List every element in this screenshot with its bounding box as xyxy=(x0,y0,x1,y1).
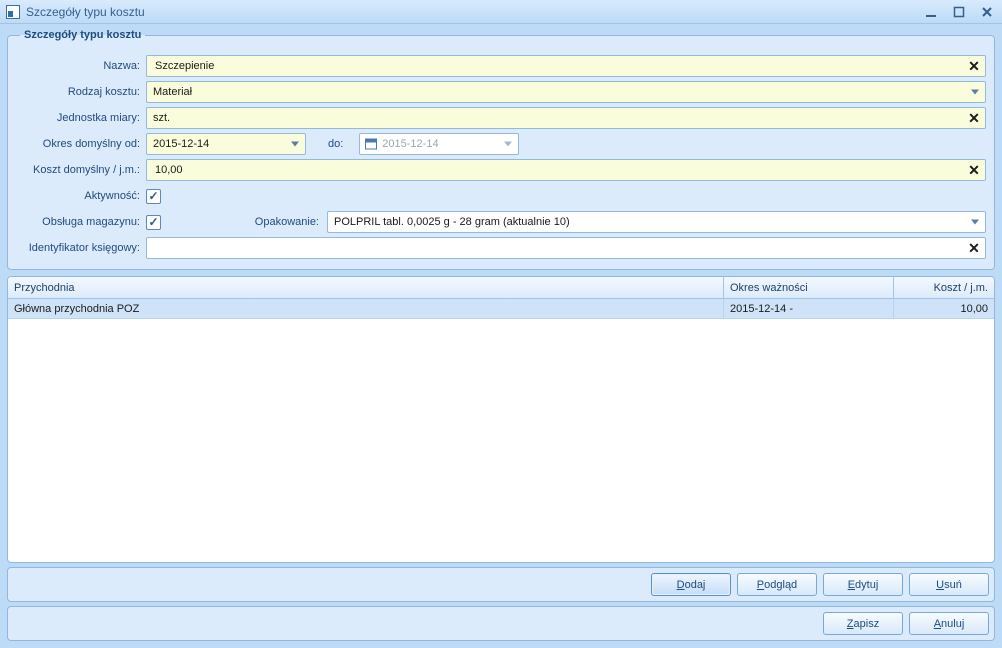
grid-header: Przychodnia Okres ważności Koszt / j.m. xyxy=(8,277,994,299)
edit-button[interactable]: Edytuj xyxy=(823,573,903,596)
package-value: POLPRIL tabl. 0,0025 g - 28 gram (aktual… xyxy=(334,212,570,232)
package-label: Opakowanie: xyxy=(169,216,319,228)
cost-type-combo[interactable]: Materiał xyxy=(146,81,986,103)
group-legend: Szczegóły typu kosztu xyxy=(20,29,145,41)
unit-value: szt. xyxy=(153,108,170,128)
grid-panel: Przychodnia Okres ważności Koszt / j.m. … xyxy=(7,276,995,563)
details-group: Szczegóły typu kosztu Nazwa: ✕ Rodzaj ko… xyxy=(7,29,995,270)
period-from-label: Okres domyślny od: xyxy=(16,138,146,150)
package-combo[interactable]: POLPRIL tabl. 0,0025 g - 28 gram (aktual… xyxy=(327,211,986,233)
chevron-down-icon xyxy=(971,220,979,225)
default-cost-input[interactable]: ✕ xyxy=(146,159,986,181)
period-from-date[interactable]: 2015-12-14 xyxy=(146,133,306,155)
period-from-value: 2015-12-14 xyxy=(153,134,209,154)
minimize-button[interactable] xyxy=(922,5,940,19)
grid-body: Główna przychodnia POZ 2015-12-14 - 10,0… xyxy=(8,299,994,562)
period-to-date[interactable]: 2015-12-14 xyxy=(359,133,519,155)
active-checkbox[interactable] xyxy=(146,189,161,204)
warehouse-checkbox[interactable] xyxy=(146,215,161,230)
preview-button[interactable]: Podgląd xyxy=(737,573,817,596)
unit-combo[interactable]: szt. ✕ xyxy=(146,107,986,129)
cancel-button[interactable]: Anuluj xyxy=(909,612,989,635)
window-title: Szczegóły typu kosztu xyxy=(26,5,922,19)
period-to-label: do: xyxy=(314,138,351,150)
grid-button-bar: Dodaj Podgląd Edytuj Usuń xyxy=(7,567,995,602)
form-button-bar: Zapisz Anuluj xyxy=(7,606,995,641)
save-button[interactable]: Zapisz xyxy=(823,612,903,635)
content-area: Szczegóły typu kosztu Nazwa: ✕ Rodzaj ko… xyxy=(0,24,1002,648)
warehouse-label: Obsługa magazynu: xyxy=(16,216,146,228)
window: Szczegóły typu kosztu Szczegóły typu kos… xyxy=(0,0,1002,648)
clear-icon[interactable]: ✕ xyxy=(967,163,981,177)
active-label: Aktywność: xyxy=(16,190,146,202)
grid-header-cost[interactable]: Koszt / j.m. xyxy=(894,277,994,298)
default-cost-label: Koszt domyślny / j.m.: xyxy=(16,164,146,176)
cost-type-label: Rodzaj kosztu: xyxy=(16,86,146,98)
cell-cost: 10,00 xyxy=(894,299,994,318)
cell-validity: 2015-12-14 - xyxy=(724,299,894,318)
clear-icon[interactable]: ✕ xyxy=(967,111,981,125)
clear-icon[interactable]: ✕ xyxy=(967,59,981,73)
app-icon xyxy=(6,5,20,19)
chevron-down-icon xyxy=(291,142,299,147)
chevron-down-icon xyxy=(971,90,979,95)
cost-type-value: Materiał xyxy=(153,82,192,102)
name-input[interactable]: ✕ xyxy=(146,55,986,77)
add-button[interactable]: Dodaj xyxy=(651,573,731,596)
titlebar: Szczegóły typu kosztu xyxy=(0,0,1002,24)
accounting-id-input[interactable]: ✕ xyxy=(146,237,986,259)
cell-clinic: Główna przychodnia POZ xyxy=(8,299,724,318)
unit-label: Jednostka miary: xyxy=(16,112,146,124)
chevron-down-icon xyxy=(504,142,512,147)
calendar-icon xyxy=(365,139,377,150)
close-button[interactable] xyxy=(978,5,996,19)
delete-button[interactable]: Usuń xyxy=(909,573,989,596)
grid-header-validity[interactable]: Okres ważności xyxy=(724,277,894,298)
period-to-placeholder: 2015-12-14 xyxy=(382,134,438,154)
accounting-id-field[interactable] xyxy=(153,237,979,259)
accounting-id-label: Identyfikator księgowy: xyxy=(16,242,146,254)
table-row[interactable]: Główna przychodnia POZ 2015-12-14 - 10,0… xyxy=(8,299,994,319)
name-label: Nazwa: xyxy=(16,60,146,72)
window-controls xyxy=(922,5,996,19)
name-input-field[interactable] xyxy=(153,55,979,77)
clear-icon[interactable]: ✕ xyxy=(967,241,981,255)
grid-header-clinic[interactable]: Przychodnia xyxy=(8,277,724,298)
default-cost-field[interactable] xyxy=(153,159,979,181)
maximize-button[interactable] xyxy=(950,5,968,19)
